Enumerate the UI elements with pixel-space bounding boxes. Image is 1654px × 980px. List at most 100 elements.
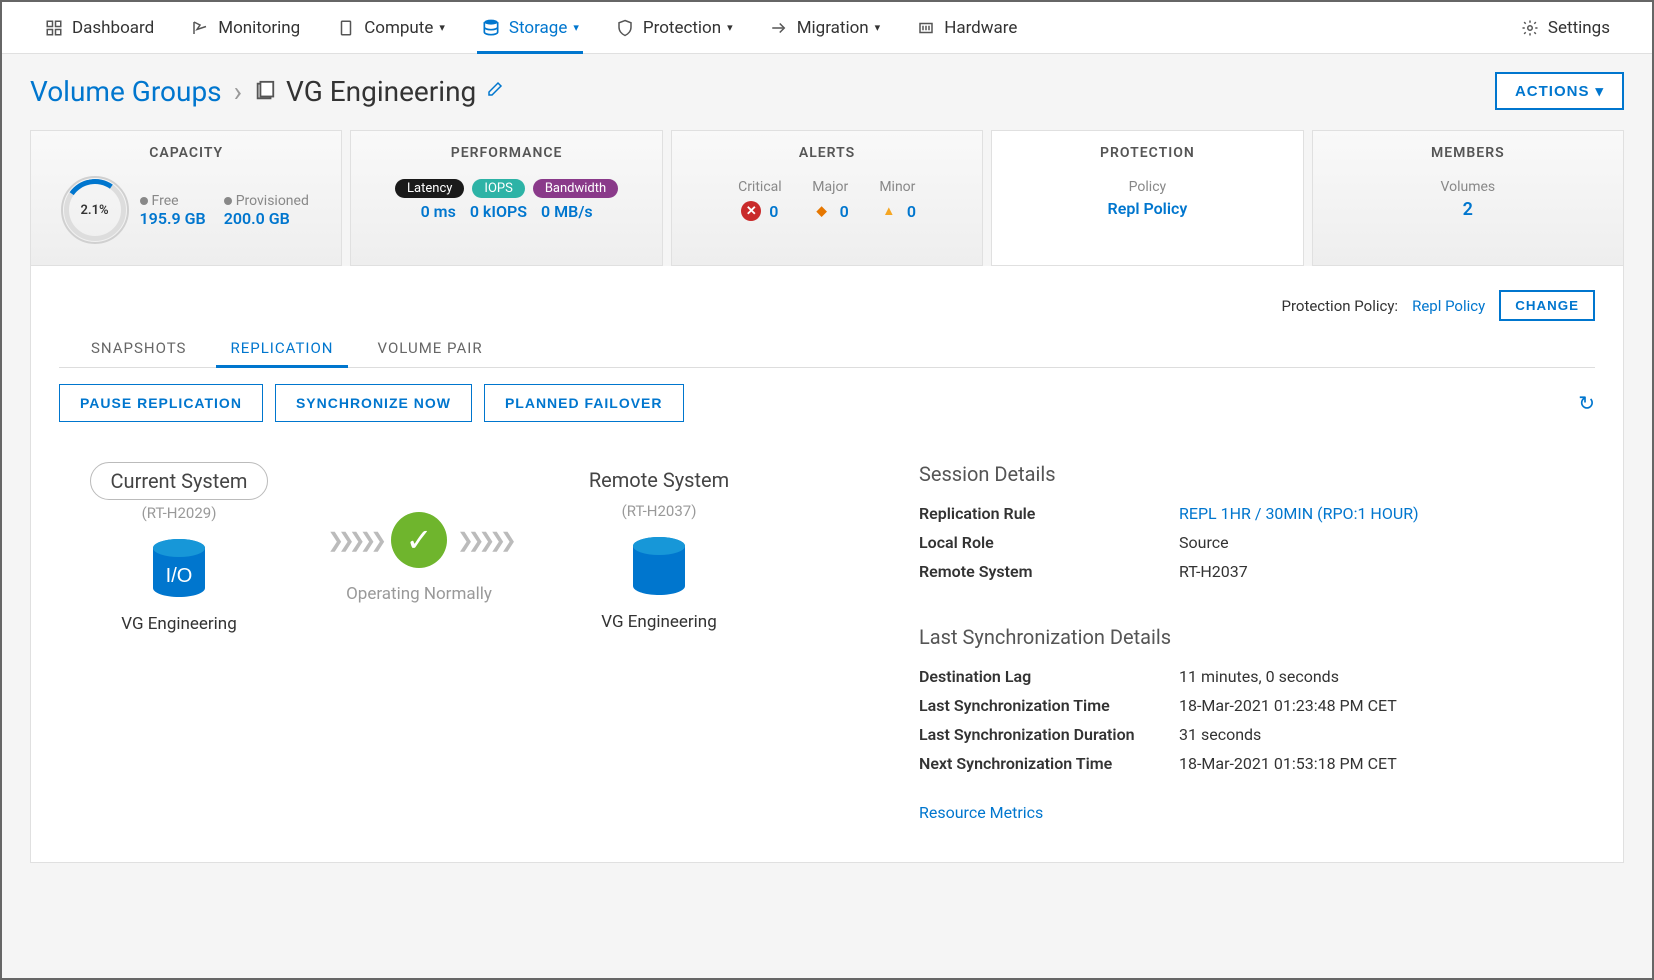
nav-compute[interactable]: Compute ▾	[318, 2, 463, 54]
replication-status: ❯❯❯❯❯ ✓ ❯❯❯❯❯ Operating Normally	[289, 462, 549, 604]
remote-system: Remote System (RT-H2037) VG Engineering	[549, 462, 769, 632]
policy-row: Protection Policy: Repl Policy CHANGE	[59, 290, 1595, 321]
chevron-down-icon: ▾	[1595, 82, 1604, 100]
free-value[interactable]: 195.9 GB	[140, 209, 206, 228]
detail-row: Remote SystemRT-H2037	[919, 562, 1595, 581]
nav-storage[interactable]: Storage ▾	[463, 2, 597, 54]
detail-row: Destination Lag11 minutes, 0 seconds	[919, 667, 1595, 686]
nav-monitoring[interactable]: Monitoring	[172, 2, 318, 54]
breadcrumb: Volume Groups › VG Engineering	[30, 75, 504, 108]
edit-icon[interactable]	[486, 80, 504, 103]
breadcrumb-current-label: VG Engineering	[286, 75, 476, 108]
operating-status: Operating Normally	[289, 584, 549, 604]
card-title: PERFORMANCE	[371, 145, 641, 161]
volumes-label: Volumes	[1333, 179, 1603, 195]
card-protection[interactable]: PROTECTION Policy Repl Policy	[991, 130, 1303, 266]
database-icon	[627, 536, 691, 604]
policy-value[interactable]: Repl Policy	[1012, 199, 1282, 218]
nav-dashboard[interactable]: Dashboard	[26, 2, 172, 54]
tab-volume-pair[interactable]: VOLUME PAIR	[376, 331, 485, 367]
remote-system-id: (RT-H2037)	[549, 502, 769, 520]
bandwidth-pill: Bandwidth	[533, 179, 618, 198]
minor-value[interactable]: 0	[907, 202, 916, 221]
policy-label: Policy	[1012, 179, 1282, 195]
major-value[interactable]: 0	[840, 202, 849, 221]
chevron-right-icon: ❯❯❯❯❯	[327, 528, 381, 552]
protection-policy-label: Protection Policy:	[1281, 297, 1398, 315]
pause-replication-button[interactable]: PAUSE REPLICATION	[59, 384, 263, 422]
last-sync-title: Last Synchronization Details	[919, 625, 1595, 649]
database-icon: I/O	[147, 538, 211, 606]
breadcrumb-root[interactable]: Volume Groups	[30, 75, 222, 108]
replication-actions: PAUSE REPLICATION SYNCHRONIZE NOW PLANNE…	[59, 384, 1595, 422]
current-system: Current System (RT-H2029) I/O VG Enginee…	[69, 462, 289, 634]
resource-metrics-link[interactable]: Resource Metrics	[919, 803, 1043, 822]
nav-settings[interactable]: Settings	[1502, 2, 1628, 54]
card-title: PROTECTION	[1012, 145, 1282, 161]
chevron-down-icon: ▾	[875, 21, 881, 34]
replication-rule-link[interactable]: REPL 1HR / 30MIN (RPO:1 HOUR)	[1179, 504, 1419, 523]
synchronize-now-button[interactable]: SYNCHRONIZE NOW	[275, 384, 472, 422]
capacity-gauge: 2.1%	[64, 179, 126, 241]
card-title: ALERTS	[692, 145, 962, 161]
tab-replication[interactable]: REPLICATION	[228, 331, 335, 367]
card-capacity[interactable]: CAPACITY 2.1% Free 195.9 GB Provisioned …	[30, 130, 342, 266]
detail-row: Local RoleSource	[919, 533, 1595, 552]
nav-label: Settings	[1548, 18, 1610, 38]
planned-failover-button[interactable]: PLANNED FAILOVER	[484, 384, 684, 422]
latency-pill: Latency	[395, 179, 464, 198]
minor-icon: ▲	[879, 201, 899, 221]
current-system-title: Current System	[90, 462, 269, 500]
nav-label: Migration	[797, 18, 869, 38]
free-label: Free	[140, 193, 206, 209]
nav-migration[interactable]: Migration ▾	[751, 2, 899, 54]
chevron-down-icon: ▾	[439, 21, 445, 34]
nav-label: Compute	[364, 18, 433, 38]
nav-label: Dashboard	[72, 18, 154, 38]
replication-diagram: Current System (RT-H2029) I/O VG Enginee…	[59, 462, 879, 822]
protection-policy-link[interactable]: Repl Policy	[1412, 297, 1485, 315]
provisioned-value[interactable]: 200.0 GB	[224, 209, 309, 228]
card-title: MEMBERS	[1333, 145, 1603, 161]
change-button[interactable]: CHANGE	[1499, 290, 1595, 321]
card-title: CAPACITY	[51, 145, 321, 161]
protection-subtabs: SNAPSHOTS REPLICATION VOLUME PAIR	[59, 331, 1595, 368]
provisioned-label: Provisioned	[224, 193, 309, 209]
actions-button[interactable]: ACTIONS ▾	[1495, 72, 1624, 110]
protection-icon	[615, 18, 635, 38]
card-alerts[interactable]: ALERTS Critical ✕0 Major ◆0 Minor ▲0	[671, 130, 983, 266]
iops-value[interactable]: 0 kIOPS	[470, 202, 527, 221]
protection-panel: Protection Policy: Repl Policy CHANGE SN…	[30, 266, 1624, 863]
chevron-down-icon: ▾	[727, 21, 733, 34]
remote-vg-name: VG Engineering	[549, 612, 769, 632]
card-members[interactable]: MEMBERS Volumes 2	[1312, 130, 1624, 266]
nav-protection[interactable]: Protection ▾	[597, 2, 751, 54]
breadcrumb-separator: ›	[234, 75, 242, 108]
current-vg-name: VG Engineering	[69, 614, 289, 634]
status-ok-icon: ✓	[391, 512, 447, 568]
session-details-title: Session Details	[919, 462, 1595, 486]
major-icon: ◆	[812, 201, 832, 221]
nav-label: Hardware	[944, 18, 1017, 38]
tab-snapshots[interactable]: SNAPSHOTS	[89, 331, 188, 367]
breadcrumb-current: VG Engineering	[254, 75, 504, 108]
detail-row: Replication RuleREPL 1HR / 30MIN (RPO:1 …	[919, 504, 1595, 523]
chevron-right-icon: ❯❯❯❯❯	[457, 528, 511, 552]
migration-icon	[769, 18, 789, 38]
nav-label: Monitoring	[218, 18, 300, 38]
storage-icon	[481, 18, 501, 38]
latency-value[interactable]: 0 ms	[421, 202, 456, 221]
summary-cards: CAPACITY 2.1% Free 195.9 GB Provisioned …	[30, 130, 1624, 266]
volumes-value[interactable]: 2	[1333, 199, 1603, 220]
svg-text:I/O: I/O	[166, 565, 193, 587]
refresh-icon[interactable]: ↻	[1578, 391, 1595, 415]
card-performance[interactable]: PERFORMANCE Latency IOPS Bandwidth 0 ms …	[350, 130, 662, 266]
remote-system-title: Remote System	[549, 462, 769, 498]
bandwidth-value[interactable]: 0 MB/s	[541, 202, 593, 221]
nav-label: Protection	[643, 18, 721, 38]
nav-hardware[interactable]: Hardware	[898, 2, 1035, 54]
compute-icon	[336, 18, 356, 38]
detail-row: Last Synchronization Duration31 seconds	[919, 725, 1595, 744]
monitoring-icon	[190, 18, 210, 38]
critical-value[interactable]: 0	[769, 202, 778, 221]
